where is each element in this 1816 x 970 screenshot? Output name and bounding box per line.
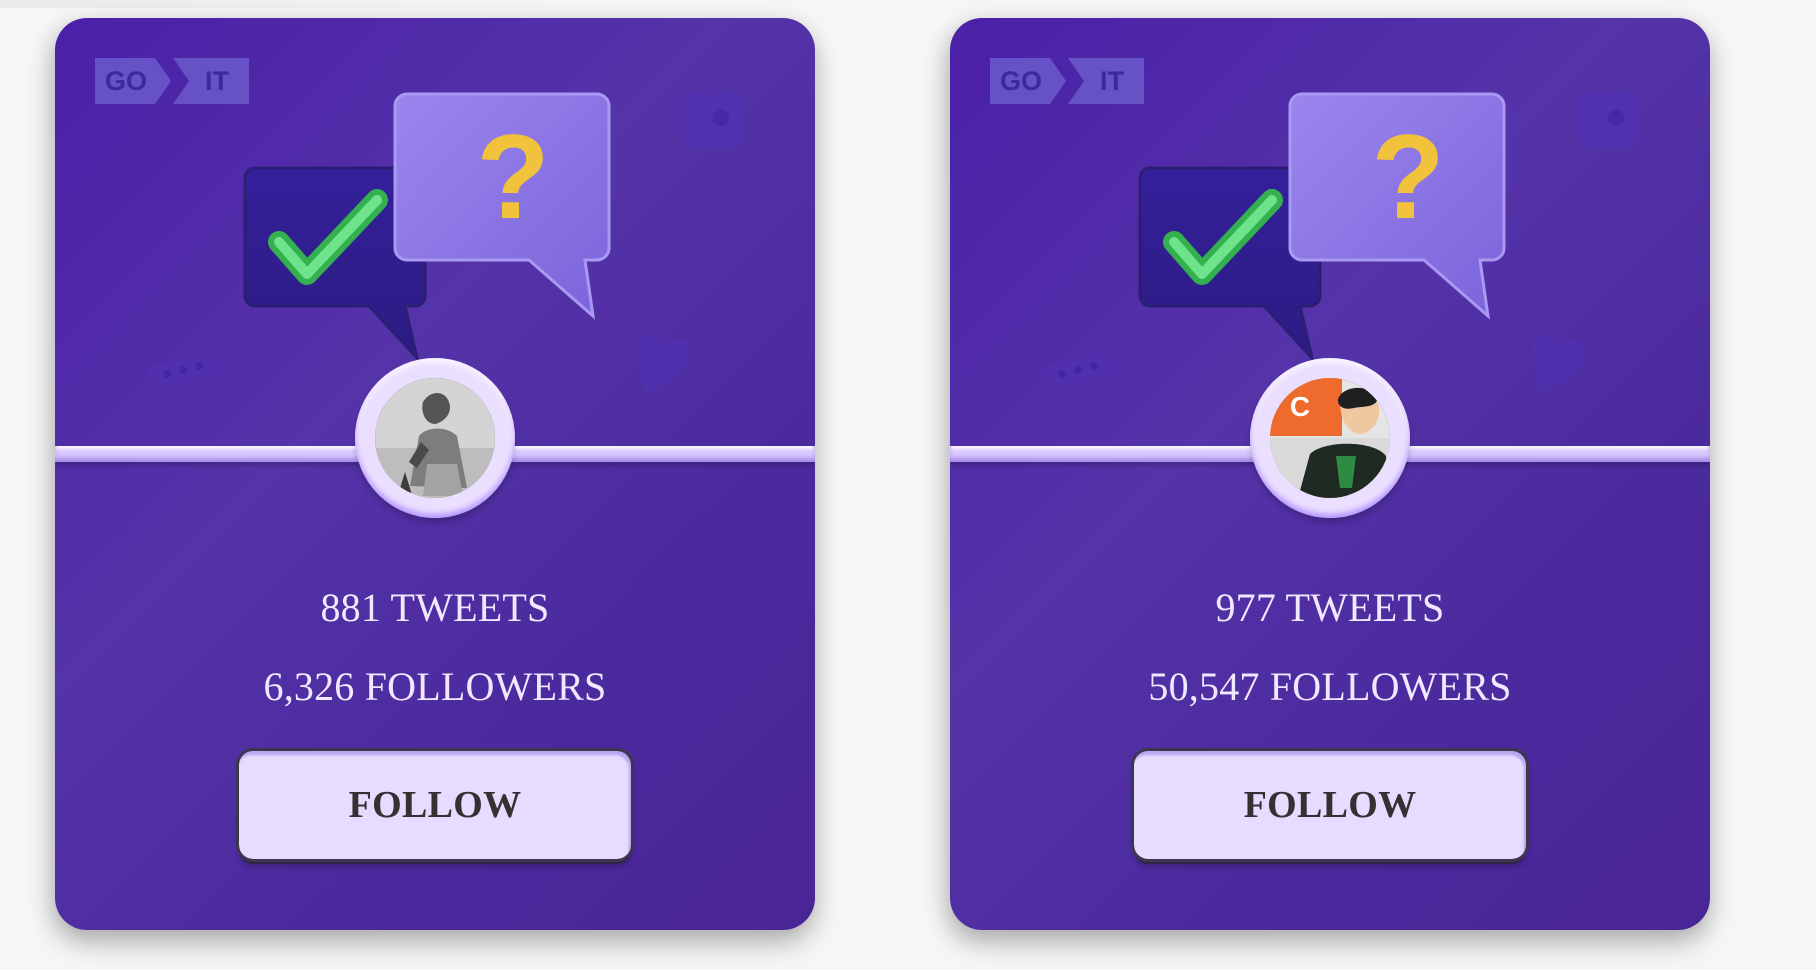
goit-logo-text: GO IT: [990, 58, 1142, 104]
svg-text:?: ?: [476, 110, 549, 244]
tweet-card: ? GO IT 881 TWEETS 6,326 FOLLOWERS FOLLO…: [55, 18, 815, 930]
avatar-image: C: [1270, 378, 1390, 498]
followers-count: 50,547 FOLLOWERS: [1148, 664, 1512, 709]
avatar-frame: C: [1250, 358, 1410, 518]
tweets-count: 881 TWEETS: [320, 585, 550, 630]
avatar: C: [1270, 378, 1390, 498]
logo-go-text: GO: [104, 65, 147, 96]
logo-go-text: GO: [999, 65, 1042, 96]
goit-logo-text: GO IT: [95, 58, 247, 104]
avatar-frame: [355, 358, 515, 518]
follow-button[interactable]: FOLLOW: [1131, 748, 1529, 862]
avatar-sign-letter: C: [1290, 391, 1310, 422]
top-shadow-strip: [0, 0, 620, 8]
question-bubble: ?: [393, 92, 611, 320]
tweets-count: 977 TWEETS: [1215, 585, 1445, 630]
question-bubble: ?: [1288, 92, 1506, 320]
tweet-card: ? GO IT C 977 TWEETS 50,547 FOLLOWERS FO…: [950, 18, 1710, 930]
logo-it-text: IT: [205, 65, 229, 96]
logo-it-text: IT: [1100, 65, 1124, 96]
avatar-image: [375, 378, 495, 498]
svg-text:?: ?: [1371, 110, 1444, 244]
avatar: [375, 378, 495, 498]
followers-count: 6,326 FOLLOWERS: [263, 664, 607, 709]
follow-button[interactable]: FOLLOW: [236, 748, 634, 862]
